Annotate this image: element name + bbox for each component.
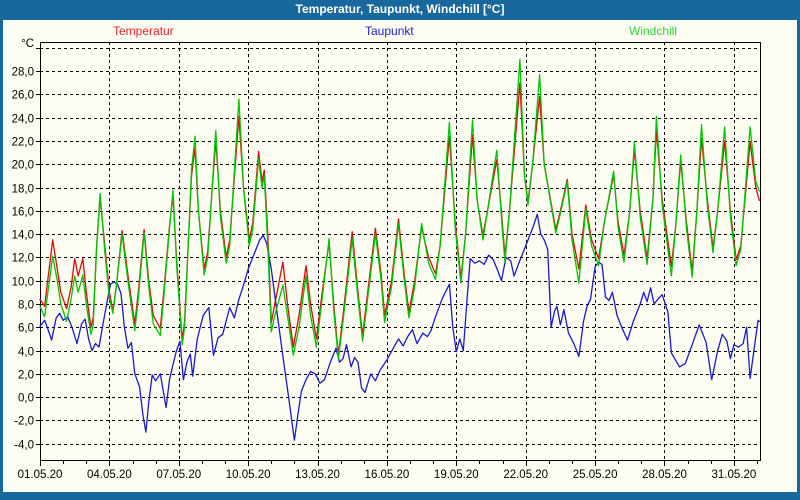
chart-content xyxy=(3,20,797,492)
title-bar: Temperatur, Taupunkt, Windchill [°C] xyxy=(0,0,800,20)
legend-item-temperatur: Temperatur xyxy=(113,24,174,38)
legend-item-taupunkt: Taupunkt xyxy=(365,24,414,38)
window-title: Temperatur, Taupunkt, Windchill [°C] xyxy=(295,2,505,16)
legend-item-windchill: Windchill xyxy=(629,24,678,38)
chart-window: Temperatur, Taupunkt, Windchill [°C] Tem… xyxy=(0,0,800,500)
